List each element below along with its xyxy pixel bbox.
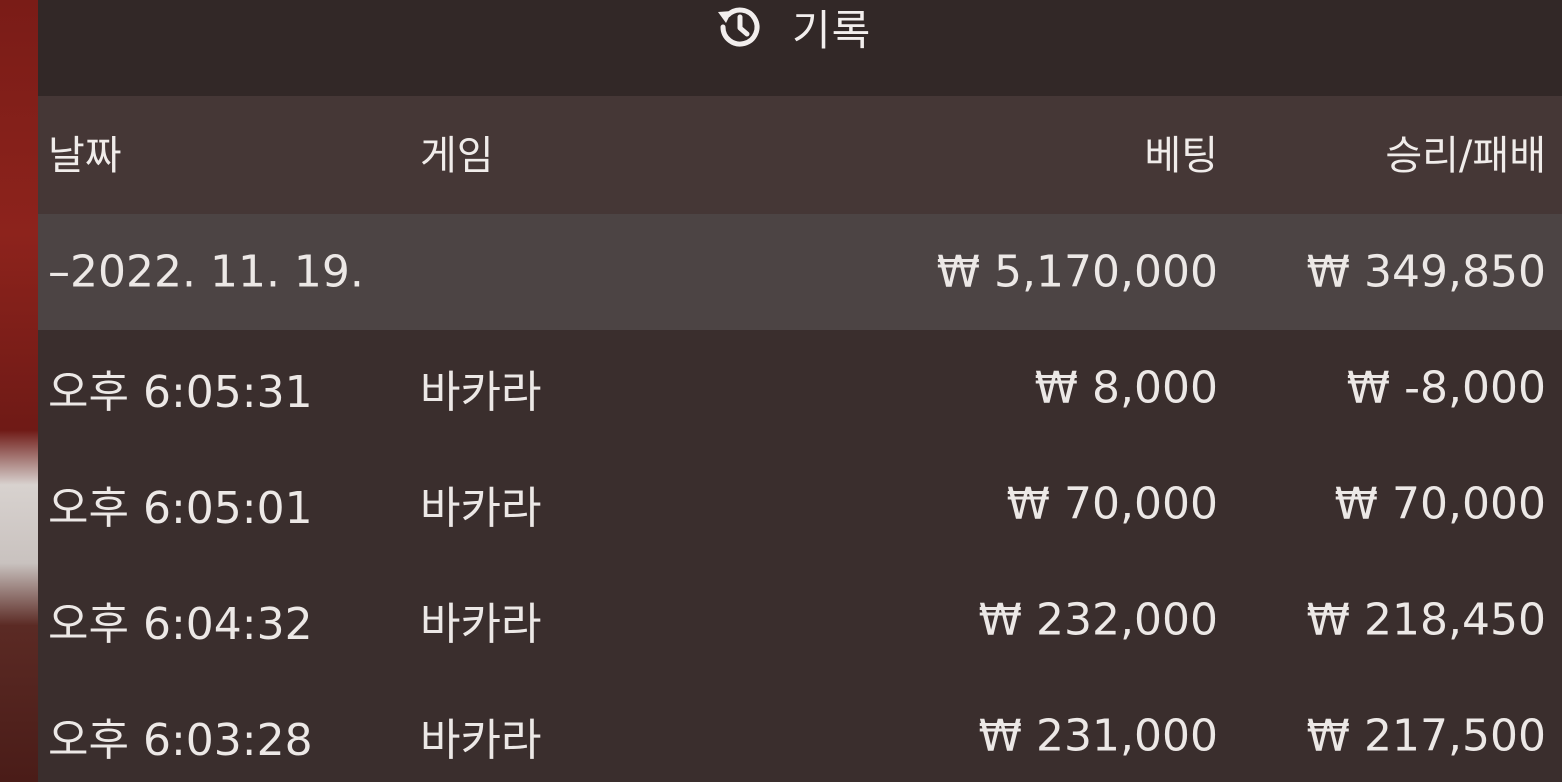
game-background [0, 0, 40, 782]
column-header-win-loss: 승리/패배 [1385, 133, 1546, 179]
row-win-loss: ₩ 70,000 [1334, 478, 1546, 530]
row-win-loss: ₩ 217,500 [1306, 710, 1546, 762]
history-icon [712, 0, 766, 54]
row-time: 오후 6:04:32 [48, 599, 313, 650]
date-group-row[interactable]: –2022. 11. 19. ₩ 5,170,000 ₩ 349,850 [38, 214, 1562, 330]
table-row[interactable]: 오후 6:03:28 바카라 ₩ 231,000 ₩ 217,500 [38, 678, 1562, 782]
row-time: 오후 6:05:31 [48, 367, 313, 418]
history-screen: 기록 날짜 게임 베팅 승리/패배 –2022. 11. 19. ₩ 5,170… [0, 0, 1562, 782]
row-time: 오후 6:03:28 [48, 715, 313, 766]
row-game: 바카라 [420, 483, 542, 534]
header-title-group: 기록 [712, 0, 871, 55]
column-header-date: 날짜 [48, 133, 122, 179]
history-panel: 기록 날짜 게임 베팅 승리/패배 –2022. 11. 19. ₩ 5,170… [38, 0, 1562, 782]
table-row[interactable]: 오후 6:05:31 바카라 ₩ 8,000 ₩ -8,000 [38, 330, 1562, 446]
table-header: 날짜 게임 베팅 승리/패배 [38, 96, 1562, 214]
table-row[interactable]: 오후 6:04:32 바카라 ₩ 232,000 ₩ 218,450 [38, 562, 1562, 678]
row-win-loss: ₩ -8,000 [1346, 362, 1546, 414]
row-game: 바카라 [420, 367, 542, 418]
row-game: 바카라 [420, 715, 542, 766]
row-game: 바카라 [420, 599, 542, 650]
table-row[interactable]: 오후 6:05:01 바카라 ₩ 70,000 ₩ 70,000 [38, 446, 1562, 562]
row-bet: ₩ 231,000 [978, 710, 1218, 762]
row-bet: ₩ 8,000 [1034, 362, 1218, 414]
date-group-total-bet: ₩ 5,170,000 [936, 246, 1218, 298]
page-title: 기록 [792, 5, 872, 55]
history-header: 기록 [38, 0, 1562, 96]
row-win-loss: ₩ 218,450 [1306, 594, 1546, 646]
row-time: 오후 6:05:01 [48, 483, 313, 534]
row-bet: ₩ 232,000 [978, 594, 1218, 646]
date-group-total-win-loss: ₩ 349,850 [1306, 246, 1546, 298]
column-header-game: 게임 [420, 133, 494, 179]
row-bet: ₩ 70,000 [1006, 478, 1218, 530]
date-group-label: –2022. 11. 19. [48, 246, 364, 298]
column-header-bet: 베팅 [1144, 133, 1218, 179]
